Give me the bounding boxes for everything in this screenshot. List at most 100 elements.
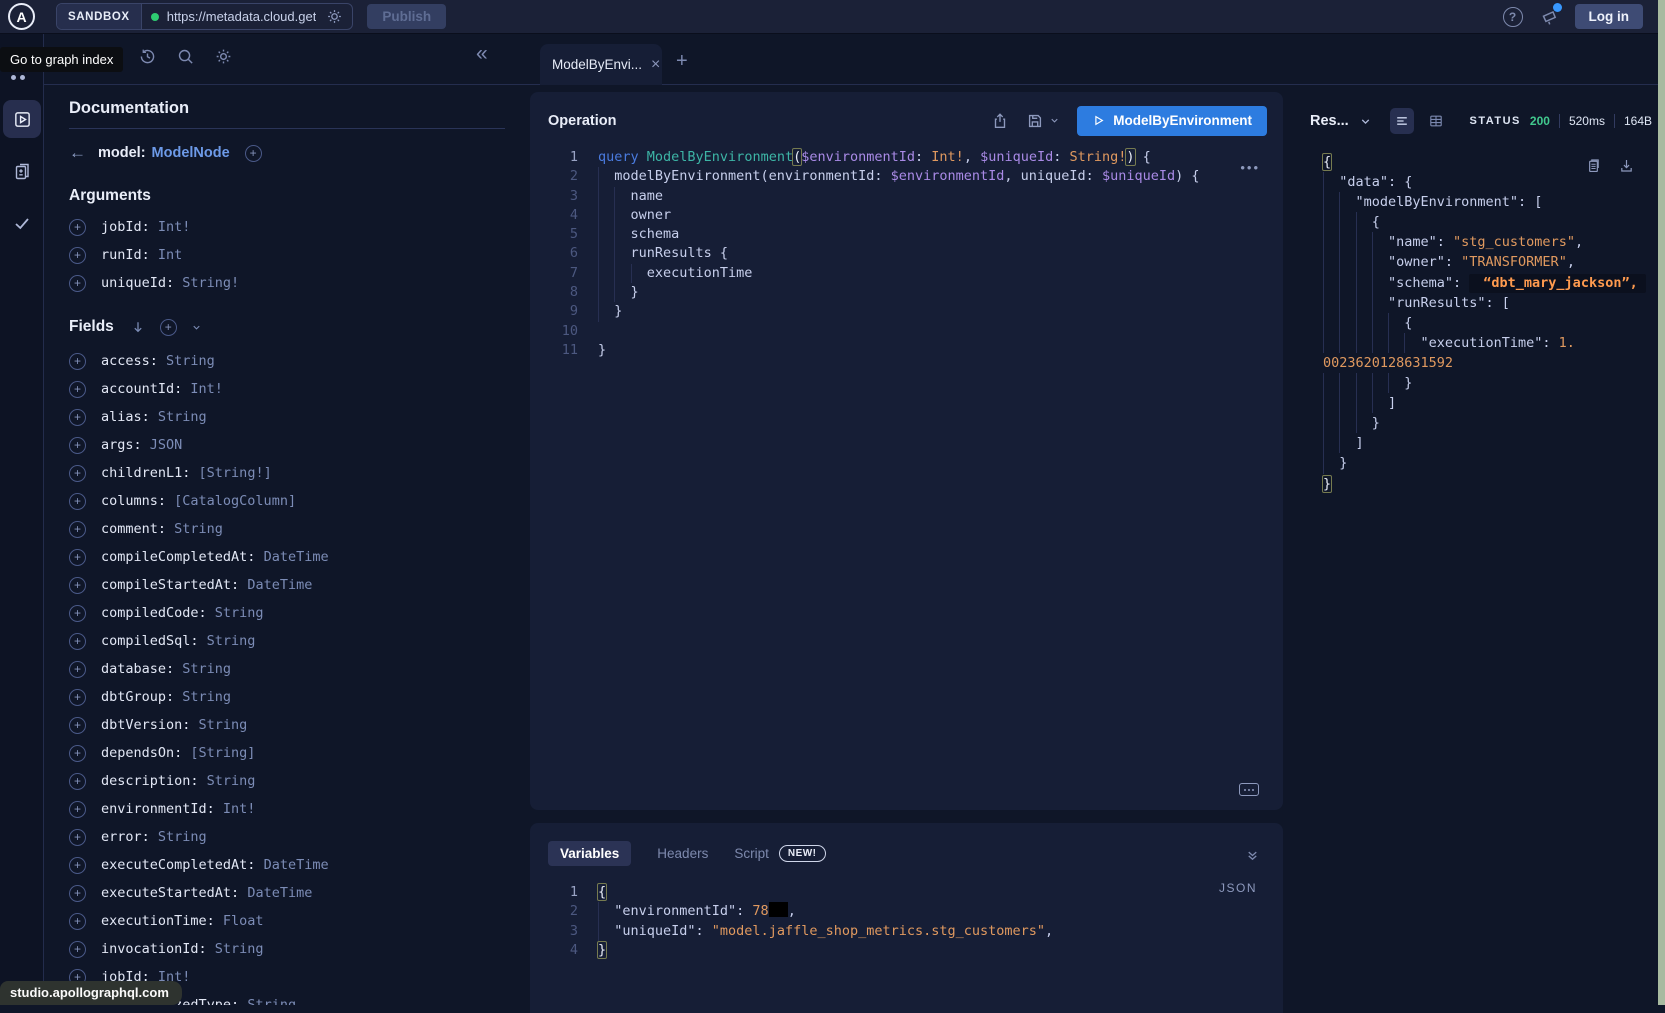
new-tab-icon[interactable]: + — [676, 50, 688, 73]
settings-gear-icon[interactable] — [214, 47, 233, 66]
add-field-icon[interactable]: + — [69, 353, 86, 370]
history-icon[interactable] — [138, 47, 157, 66]
save-options-chevron-icon[interactable] — [1049, 115, 1060, 126]
sort-descending-icon[interactable] — [130, 319, 146, 335]
field-row[interactable]: +runId: Int — [69, 241, 510, 269]
field-row[interactable]: +compileCompletedAt: DateTime — [69, 543, 510, 571]
add-field-icon[interactable]: + — [69, 661, 86, 678]
endpoint-url-field[interactable]: https://metadata.cloud.get — [142, 8, 353, 25]
add-field-icon[interactable]: + — [69, 717, 86, 734]
connection-status-dot — [151, 13, 159, 21]
add-model-icon[interactable]: + — [245, 145, 262, 162]
response-table-view-icon[interactable] — [1424, 108, 1448, 134]
checks-nav-item[interactable] — [3, 204, 41, 242]
explorer-nav-item[interactable] — [3, 100, 41, 138]
add-field-icon[interactable]: + — [69, 689, 86, 706]
add-field-icon[interactable]: + — [69, 773, 86, 790]
close-tab-icon[interactable]: × — [651, 57, 660, 73]
field-row[interactable]: +childrenL1: [String!] — [69, 459, 510, 487]
publish-button[interactable]: Publish — [367, 4, 446, 29]
endpoint-url-text[interactable]: https://metadata.cloud.get — [167, 9, 317, 24]
field-row[interactable]: +columns: [CatalogColumn] — [69, 487, 510, 515]
field-row[interactable]: +compiledCode: String — [69, 599, 510, 627]
field-row[interactable]: +access: String — [69, 347, 510, 375]
field-row[interactable]: +error: String — [69, 823, 510, 851]
field-row[interactable]: +executeCompletedAt: DateTime — [69, 851, 510, 879]
collapse-docs-icon[interactable]: « — [476, 42, 488, 66]
add-field-icon[interactable]: + — [69, 381, 86, 398]
collapse-variables-icon[interactable] — [1245, 848, 1260, 863]
add-field-icon[interactable]: + — [69, 801, 86, 818]
field-row[interactable]: +dependsOn: [String] — [69, 739, 510, 767]
response-json-viewer[interactable]: {"data": {"modelByEnvironment": [{"name"… — [1323, 152, 1652, 494]
operation-overflow-menu-icon[interactable]: ••• — [1240, 160, 1260, 175]
field-row[interactable]: +dbtVersion: String — [69, 711, 510, 739]
graph-index-icon[interactable] — [11, 75, 25, 80]
sandbox-badge[interactable]: SANDBOX — [57, 4, 142, 29]
save-operation-icon[interactable] — [1026, 112, 1044, 130]
field-row[interactable]: +compileStartedAt: DateTime — [69, 571, 510, 599]
add-field-icon[interactable]: + — [69, 275, 86, 292]
status-label: STATUS — [1470, 115, 1521, 127]
collections-nav-item[interactable] — [3, 152, 41, 190]
tab-headers[interactable]: Headers — [657, 846, 708, 861]
arguments-list: +jobId: Int!+runId: Int+uniqueId: String… — [69, 213, 510, 297]
add-field-icon[interactable]: + — [69, 437, 86, 454]
add-field-icon[interactable]: + — [69, 605, 86, 622]
announcements-megaphone-icon[interactable] — [1539, 7, 1559, 27]
help-icon[interactable]: ? — [1503, 7, 1523, 27]
search-icon[interactable] — [176, 47, 195, 66]
add-field-icon[interactable]: + — [69, 913, 86, 930]
add-field-icon[interactable]: + — [69, 885, 86, 902]
add-field-icon[interactable]: + — [69, 409, 86, 426]
field-row[interactable]: +comment: String — [69, 515, 510, 543]
add-field-icon[interactable]: + — [69, 493, 86, 510]
field-row[interactable]: +invocationId: String — [69, 935, 510, 963]
field-row[interactable]: +accountId: Int! — [69, 375, 510, 403]
tab-script[interactable]: Script — [734, 846, 769, 861]
add-field-icon[interactable]: + — [69, 247, 86, 264]
add-all-fields-icon[interactable]: + — [160, 319, 177, 336]
add-field-icon[interactable]: + — [69, 549, 86, 566]
share-operation-icon[interactable] — [991, 112, 1009, 130]
field-row[interactable]: +dbtGroup: String — [69, 683, 510, 711]
back-arrow-icon[interactable]: ← — [69, 143, 87, 163]
add-field-icon[interactable]: + — [69, 829, 86, 846]
field-row[interactable]: +environmentId: Int! — [69, 795, 510, 823]
field-row[interactable]: +args: JSON — [69, 431, 510, 459]
operation-editor[interactable]: 1query ModelByEnvironment($environmentId… — [530, 148, 1283, 360]
field-row[interactable]: +alias: String — [69, 403, 510, 431]
add-field-icon[interactable]: + — [69, 941, 86, 958]
run-operation-button[interactable]: ModelByEnvironment — [1077, 106, 1267, 136]
endpoint-settings-gear-icon[interactable] — [326, 8, 343, 25]
response-tree-view-icon[interactable] — [1390, 108, 1414, 134]
add-field-icon[interactable]: + — [69, 465, 86, 482]
field-row[interactable]: +compiledSql: String — [69, 627, 510, 655]
add-field-icon[interactable]: + — [69, 857, 86, 874]
field-row[interactable]: +executeStartedAt: DateTime — [69, 879, 510, 907]
variables-editor[interactable]: 1{2"environmentId": 78,3"uniqueId": "mod… — [530, 883, 1283, 960]
code-line: } — [1323, 413, 1652, 433]
field-row[interactable]: +uniqueId: String! — [69, 269, 510, 297]
field-row[interactable]: +executionTime: Float — [69, 907, 510, 935]
field-row[interactable]: +jobId: Int! — [69, 213, 510, 241]
add-field-icon[interactable]: + — [69, 633, 86, 650]
operation-tab[interactable]: ModelByEnvi... × — [540, 44, 662, 85]
documentation-title: Documentation — [69, 99, 510, 118]
code-line: 1query ModelByEnvironment($environmentId… — [530, 148, 1283, 167]
add-field-icon[interactable]: + — [69, 521, 86, 538]
chevron-down-icon[interactable] — [191, 322, 202, 333]
tab-variables[interactable]: Variables — [548, 841, 631, 866]
add-field-icon[interactable]: + — [69, 577, 86, 594]
field-row[interactable]: +database: String — [69, 655, 510, 683]
graph-index-tooltip: Go to graph index — [0, 47, 123, 72]
add-field-icon[interactable]: + — [69, 745, 86, 762]
apollo-logo[interactable]: A — [8, 3, 35, 30]
login-button[interactable]: Log in — [1575, 4, 1644, 29]
model-type-link[interactable]: ModelNode — [152, 145, 230, 161]
status-code: 200 — [1530, 114, 1550, 128]
keyboard-shortcuts-icon[interactable] — [1239, 783, 1259, 796]
response-dropdown-chevron-icon[interactable] — [1359, 115, 1372, 128]
field-row[interactable]: +description: String — [69, 767, 510, 795]
add-field-icon[interactable]: + — [69, 219, 86, 236]
